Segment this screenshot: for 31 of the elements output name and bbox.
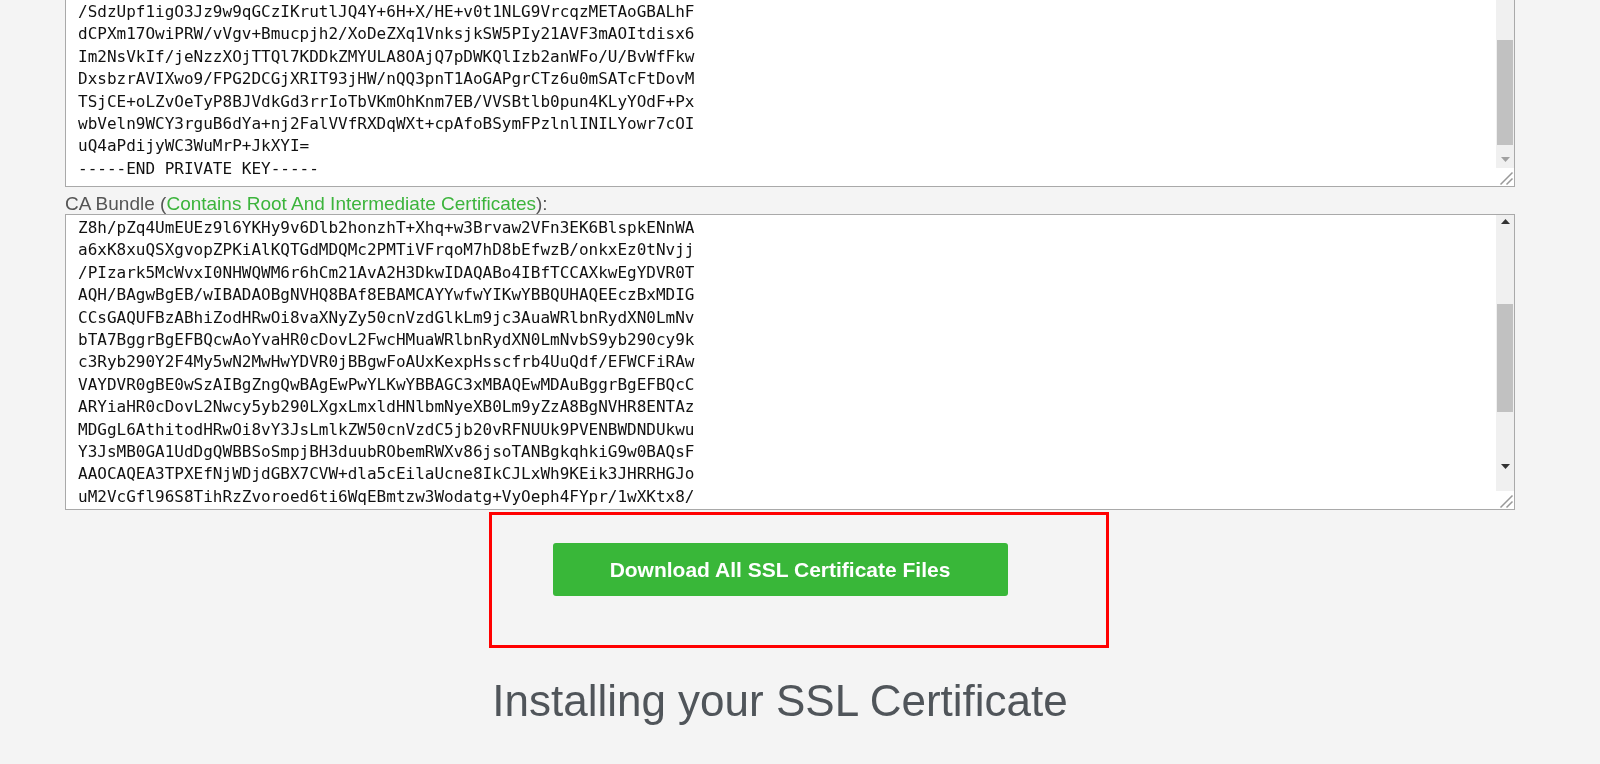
text-line: uQ4aPdijyWC3WuMrP+JkXYI= bbox=[78, 135, 310, 158]
certificates-note-link[interactable]: Contains Root And Intermediate Certificates bbox=[166, 193, 537, 214]
text-line: MDGgL6AthitodHRwOi8vY3JsLmlkZW50cnVzdC5jb20vRFNUUk9PVENBWDNDUkwu bbox=[78, 418, 695, 441]
text-line: /SdzUpf1igO3Jz9w9qGCzIKrutlJQ4Y+6H+X/HE+v0t1NLG9VrcqzMETAoGBALhF bbox=[78, 1, 695, 23]
text-line: bTA7BggrBgEFBQcwAoYvaHR0cDovL2FwcHMuaWRlbnRydXN0LmNvbS9yb290cy9k bbox=[78, 329, 695, 352]
text-line: AAOCAQEA3TPXEfNjWDjdGBX7CVW+dla5cEilaUcne8IkCJLxWh9KEik3JHRRHGJo bbox=[78, 463, 695, 486]
scrollbar[interactable] bbox=[1496, 215, 1514, 491]
text-line: a6xK8xuQSXgvopZPKiAlKQTGdMDQMc2PMTiVFrqoM7hD8bEfwzB/onkxEz0tNvjj bbox=[78, 239, 695, 262]
text-line: CCsGAQUFBzABhiZodHRwOi8vaXNyZy50cnVzdGlkLm9jc3AuaWRlbnRydXN0LmNv bbox=[78, 306, 695, 329]
section-heading: Installing your SSL Certificate bbox=[491, 676, 1069, 726]
scrollbar[interactable] bbox=[1496, 0, 1514, 168]
text-line: -----END PRIVATE KEY----- bbox=[78, 157, 319, 180]
text-line: ARYiaHR0cDovL2Nwcy5yb290LXgxLmxldHNlbmNyeXB0Lm9yZzA8BgNVHR8ENTAz bbox=[78, 396, 695, 419]
text-line: wbVeln9WCY3rguB6dYa+nj2FalVVfRXDqWXt+cpAfoBSymFPzlnlINILYowr7cOI bbox=[78, 113, 695, 136]
scroll-down-icon[interactable] bbox=[1500, 464, 1510, 469]
text-line: VAYDVR0gBE0wSzAIBgZngQwBAgEwPwYLKwYBBAGC3xMBAQEwMDAuBggrBgEFBQcC bbox=[78, 373, 695, 396]
text-line: AQH/BAgwBgEB/wIBADAOBgNVHQ8BAf8EBAMCAYYwfwYIKwYBBQUHAQEEczBxMDIG bbox=[78, 284, 695, 307]
text-line: Z8h/pZq4UmEUEz9l6YKHy9v6Dlb2honzhT+Xhq+w3Brvaw2VFn3EK6BlspkENnWA bbox=[78, 217, 695, 239]
text-line: /PIzark5McWvxI0NHWQWM6r6hCm21AvA2H3DkwIDAQABo4IBfTCCAXkwEgYDVR0T bbox=[78, 261, 695, 284]
scroll-up-icon[interactable] bbox=[1500, 219, 1510, 224]
text-line: Y3JsMB0GA1UdDgQWBBSoSmpjBH3duubRObemRWXv86jsoTANBgkqhkiG9w0BAQsF bbox=[78, 441, 695, 464]
download-button[interactable]: Download All SSL Certificate Files bbox=[552, 543, 1008, 596]
text-line: DxsbzrAVIXwo9/FPG2DCGjXRIT93jHW/nQQ3pnT1AoGAPgrCTz6u0mSATcFtDovM bbox=[78, 68, 695, 91]
text-area[interactable] bbox=[65, 214, 1515, 510]
text-line: dCPXm17OwiPRW/vVgv+Bmucpjh2/XoDeZXq1VnksjkSW5PIy21AVF3mAOItdisx6 bbox=[78, 23, 695, 46]
text-line: c3Ryb290Y2F4My5wN2MwHwYDVR0jBBgwFoAUxKexpHsscfrb4UuQdf/EFWCFiRAw bbox=[78, 351, 695, 374]
text-line: uM2VcGfl96S8TihRzZvoroed6ti6WqEBmtzw3Wodatg+VyOeph4FYpr/1wXKtx8/ bbox=[78, 485, 695, 508]
field-label: CA Bundle (Contains Root And Intermediate Certificates): bbox=[65, 192, 549, 214]
text-line: TSjCE+oLZvOeTyP8BJVdkGd3rrIoTbVKmOhKnm7EB/VVSBtlb0pun4KLyYOdF+Px bbox=[78, 90, 695, 113]
text-line: Im2NsVkIf/jeNzzXOjTTQl7KDDkZMYULA8OAjQ7pDWKQlIzb2anWFo/U/BvWfFkw bbox=[78, 45, 695, 68]
text-area[interactable] bbox=[65, 0, 1515, 187]
